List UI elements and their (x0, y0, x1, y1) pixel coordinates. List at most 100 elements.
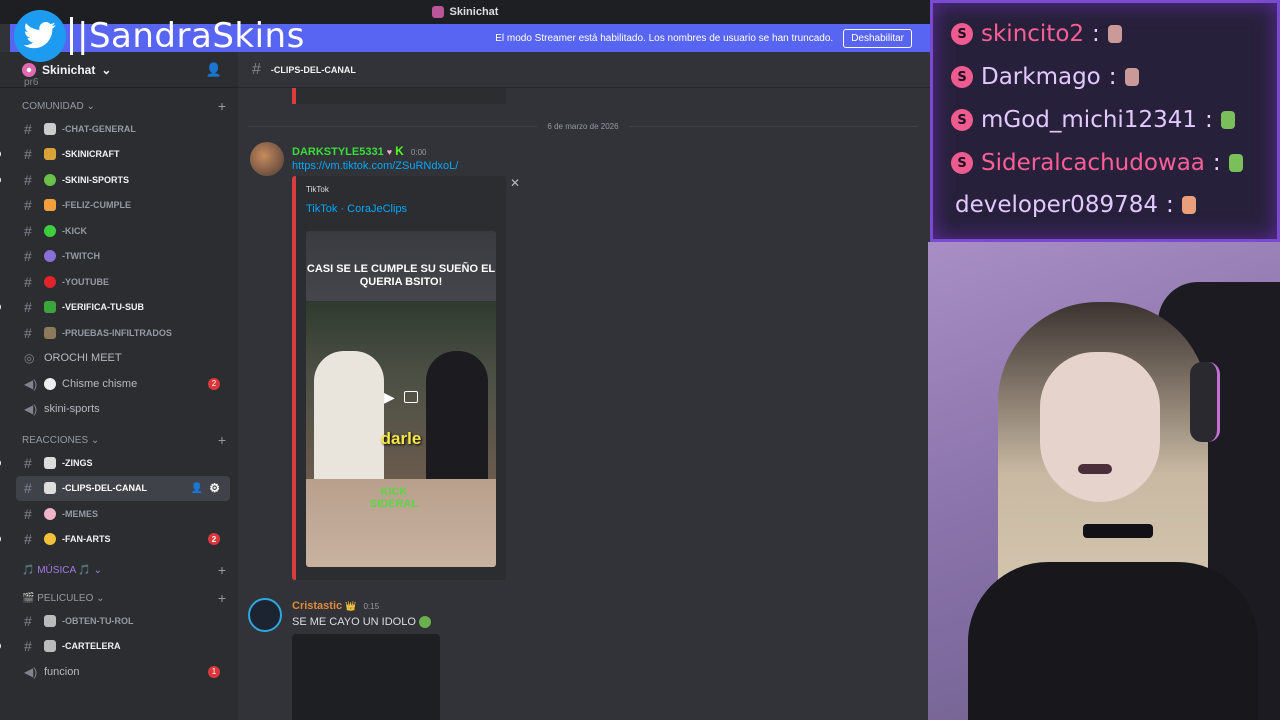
add-channel-icon[interactable]: + (218, 590, 226, 606)
channel-zings[interactable]: # -ZINGS (0, 450, 230, 476)
mention-badge: 2 (208, 533, 220, 546)
clapper-icon: 🎬 (22, 592, 38, 604)
channel-clips-del-canal[interactable]: # -CLIPS-DEL-CANAL 👤 ⚙ (16, 475, 230, 501)
channel-chisme-chisme[interactable]: ◀) Chisme chisme 2 (0, 371, 230, 397)
channel-twitch[interactable]: # -TWITCH (0, 244, 230, 270)
speaker-icon: ◀) (24, 664, 38, 679)
open-external-icon[interactable] (404, 391, 418, 403)
choker (1083, 524, 1153, 538)
video-thumbnail[interactable]: CASI SE LE CUMPLE SU SUEÑO EL QUERIA BSI… (306, 231, 496, 567)
video-caption: CASI SE LE CUMPLE SU SUEÑO EL QUERIA BSI… (306, 263, 496, 288)
streamer-name: |SandraSkins (70, 17, 305, 55)
channel-skinicraft[interactable]: # -SKINICRAFT (0, 142, 230, 168)
sub-badge-icon: S (951, 66, 973, 88)
category-comunidad[interactable]: COMUNIDAD ⌄ + (0, 96, 238, 116)
streamer-jacket (968, 562, 1258, 720)
embed-provider: TikTok (306, 185, 329, 194)
channel-header: # -CLIPS-DEL-CANAL (238, 52, 930, 88)
sub-badge-icon: S (951, 109, 973, 131)
add-channel-icon[interactable]: + (218, 562, 226, 578)
channel-cartelera[interactable]: # -CARTELERA (0, 634, 230, 660)
crown-badge-icon: 👑 (345, 601, 357, 611)
hash-icon: # (24, 612, 32, 629)
play-icon[interactable]: ▶ (384, 389, 402, 407)
emote-icon (1181, 196, 1196, 214)
channel-orochi-meet[interactable]: ◎ OROCHI MEET (0, 346, 230, 372)
headset-icon (1190, 362, 1220, 442)
channel-funcion[interactable]: ◀) funcion 1 (0, 659, 230, 685)
invite-people-icon[interactable]: 👤 (206, 62, 222, 78)
channel-emoji-icon (44, 482, 56, 495)
video-attachment[interactable] (292, 634, 440, 720)
chat-row: S Darkmago: (951, 64, 1139, 90)
channel-emoji-icon (44, 148, 56, 161)
channel-header-title: -CLIPS-DEL-CANAL (270, 64, 356, 75)
category-musica[interactable]: 🎵 MÚSICA 🎵 ⌄ + (0, 560, 238, 580)
tiktok-embed: TikTok TikTok · CoraJeClips CASI SE LE C… (292, 176, 506, 580)
check-mark-icon (44, 301, 56, 314)
channel-memes[interactable]: # -MEMES (0, 501, 230, 527)
add-channel-icon[interactable]: + (218, 98, 226, 114)
speaker-icon: ◀) (24, 376, 38, 391)
green-circle-icon (44, 224, 56, 237)
message-time: 0:00 (410, 148, 427, 157)
detective-icon (44, 326, 56, 339)
channel-verifica-tu-sub[interactable]: # -VERIFICA-TU-SUB (0, 295, 230, 321)
channel-feliz-cumple[interactable]: # -FELIZ-CUMPLE (0, 193, 230, 219)
red-circle-icon (44, 275, 56, 288)
avatar[interactable] (250, 142, 284, 176)
channel-emoji-icon (44, 507, 56, 520)
streamer-mode-message: El modo Streamer está habilitado. Los no… (495, 32, 834, 44)
channel-skini-sports-voice[interactable]: ◀) skini-sports (0, 397, 230, 423)
screen: Skinichat El modo Streamer está habilita… (0, 0, 1280, 720)
channel-obten-tu-rol[interactable]: # -OBTEN-TU-ROL (0, 608, 230, 634)
kick-icon: K (395, 144, 404, 158)
hash-icon: # (24, 324, 32, 341)
hash-icon: # (24, 197, 32, 214)
channel-emoji-icon (44, 640, 56, 653)
channel-fan-arts[interactable]: # -FAN-ARTS 2 (0, 527, 230, 553)
channel-kick[interactable]: # -KICK (0, 218, 230, 244)
category-peliculeo[interactable]: 🎬 PELICULEO ⌄ + (0, 588, 238, 608)
category-reacciones[interactable]: REACCIONES ⌄ + (0, 430, 238, 450)
stage-icon: ◎ (24, 351, 35, 366)
emote-icon (1228, 154, 1243, 172)
unread-indicator (0, 175, 1, 184)
gear-icon[interactable]: ⚙ (209, 481, 220, 495)
streamer-brand: |SandraSkins (14, 10, 305, 62)
speech-bubble-icon (44, 377, 56, 390)
channel-pruebas-infiltrados[interactable]: # -PRUEBAS-INFILTRADOS (0, 320, 230, 346)
embed-title-link[interactable]: TikTok · CoraJeClips (306, 203, 407, 215)
add-member-icon[interactable]: 👤 (191, 483, 203, 494)
channel-emoji-icon (44, 614, 56, 627)
hash-icon: # (24, 146, 32, 163)
date-separator: 6 de marzo de 2026 (248, 118, 919, 134)
chat-row: SmGod_michi12341: (951, 107, 1235, 133)
streamer-face (1040, 352, 1160, 502)
channel-emoji-icon (44, 122, 56, 135)
message-author[interactable]: DARKSTYLE5331 ♥ K 0:00 (292, 144, 426, 158)
hash-icon: # (24, 248, 32, 265)
channel-youtube[interactable]: # -YOUTUBE (0, 269, 230, 295)
unread-indicator (0, 458, 1, 467)
avatar[interactable] (248, 598, 282, 632)
hash-icon: # (24, 480, 32, 497)
channel-skini-sports[interactable]: # -SKINI-SPORTS (0, 167, 230, 193)
channel-chat-general[interactable]: # -CHAT-GENERAL (0, 116, 230, 142)
close-icon[interactable]: ✕ (510, 176, 520, 190)
add-channel-icon[interactable]: + (218, 432, 226, 448)
webcam-feed (928, 242, 1280, 720)
message-list[interactable]: 6 de marzo de 2026 DARKSTYLE5331 ♥ K 0:0… (238, 88, 930, 720)
hash-icon: # (24, 120, 32, 137)
mention-badge: 1 (208, 665, 220, 678)
purple-circle-icon (44, 250, 56, 263)
mention-badge: 2 (208, 377, 220, 390)
speaker-icon: ◀) (24, 402, 38, 417)
disable-streamer-mode-button[interactable]: Deshabilitar (843, 28, 912, 48)
tiktok-link[interactable]: https://vm.tiktok.com/ZSuRNdxoL/ (292, 160, 458, 172)
message-author[interactable]: Cristastic 👑 0:15 (292, 600, 379, 612)
channel-emoji-icon (44, 533, 56, 546)
unread-indicator (0, 150, 1, 159)
hash-icon: # (252, 60, 261, 78)
video-watermark: KICK SIDERAL (369, 486, 419, 510)
